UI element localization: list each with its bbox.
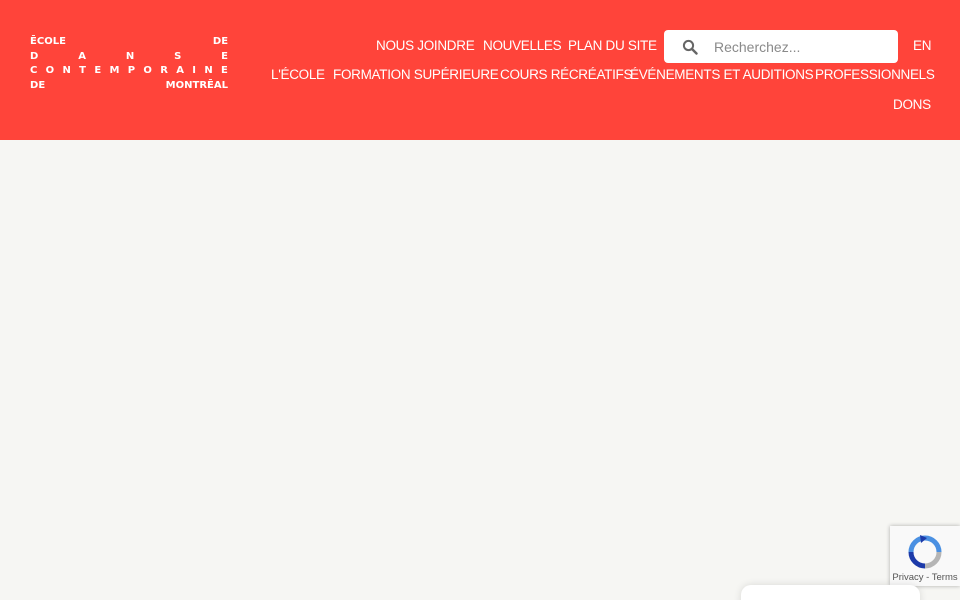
- nav-school-link[interactable]: L'ÉCOLE: [271, 67, 325, 83]
- logo-letter: A: [213, 79, 222, 91]
- logo-letter: T: [192, 79, 200, 91]
- logo-letter: R: [160, 65, 168, 77]
- logo-letter: C: [36, 36, 45, 48]
- logo-letter: N: [62, 65, 71, 77]
- logo-letter: O: [44, 36, 53, 48]
- logo-letter: E: [59, 36, 66, 48]
- logo-letter: R: [199, 79, 208, 91]
- site-header: ĒCOLEDEDANSECONTEMPORAINEDEMONTRĒAL NOUS…: [0, 0, 960, 140]
- logo-row: DANSE: [30, 50, 228, 65]
- logo-letter: P: [127, 65, 136, 77]
- nav-contact-link[interactable]: NOUS JOINDRE: [376, 38, 475, 54]
- logo-letter: L: [221, 79, 228, 91]
- language-switch-link[interactable]: EN: [913, 38, 931, 54]
- search-box[interactable]: [664, 30, 898, 63]
- nav-donations-link[interactable]: DONS: [893, 97, 931, 113]
- logo-letter: M: [165, 79, 176, 91]
- search-input[interactable]: [714, 30, 892, 63]
- logo-letter: E: [221, 36, 229, 48]
- logo-row: CONTEMPORAINE: [30, 64, 228, 79]
- logo-letter: O: [143, 65, 152, 77]
- logo-letter: N: [184, 79, 193, 91]
- logo-letter: Ē: [207, 79, 214, 91]
- nav-sitemap-link[interactable]: PLAN DU SITE: [568, 38, 657, 54]
- logo-letter: I: [192, 65, 197, 77]
- logo-letter: N: [125, 50, 135, 62]
- logo-letter: A: [78, 50, 86, 62]
- nav-recreational-link[interactable]: COURS RÉCRÉATIFS: [500, 67, 633, 83]
- logo-letter: E: [94, 65, 102, 77]
- logo-letter: C: [30, 65, 38, 77]
- logo-letter: E: [38, 79, 46, 91]
- recaptcha-badge[interactable]: Privacy - Terms: [890, 526, 960, 586]
- nav-events-link[interactable]: ÉVÉNEMENTS ET AUDITIONS: [630, 67, 814, 83]
- logo-letter: O: [175, 79, 185, 91]
- search-icon[interactable]: [682, 39, 698, 55]
- logo-letter: E: [221, 50, 228, 62]
- nav-news-link[interactable]: NOUVELLES: [483, 38, 562, 54]
- recaptcha-icon: [908, 535, 942, 569]
- logo-row: DE MONTRĒAL: [30, 79, 228, 94]
- logo-letter: A: [176, 65, 184, 77]
- logo-letter: D: [30, 79, 39, 91]
- nav-training-link[interactable]: FORMATION SUPÉRIEURE: [333, 67, 499, 83]
- nav-professionals-link[interactable]: PROFESSIONNELS: [815, 67, 935, 83]
- logo-row: ĒCOLEDE: [30, 35, 228, 50]
- logo-letter: S: [174, 50, 182, 62]
- recaptcha-terms[interactable]: Privacy - Terms: [890, 572, 960, 583]
- logo-letter: Ē: [30, 36, 37, 48]
- logo-letter: D: [30, 50, 39, 62]
- logo-letter: M: [109, 65, 120, 77]
- logo-letter: N: [204, 65, 213, 77]
- logo-letter: D: [212, 36, 222, 48]
- chat-widget[interactable]: [741, 585, 920, 600]
- logo-letter: O: [45, 65, 55, 77]
- logo-letter: T: [79, 65, 86, 77]
- school-logo[interactable]: ĒCOLEDEDANSECONTEMPORAINEDEMONTRĒAL: [30, 35, 228, 93]
- logo-letter: E: [221, 65, 228, 77]
